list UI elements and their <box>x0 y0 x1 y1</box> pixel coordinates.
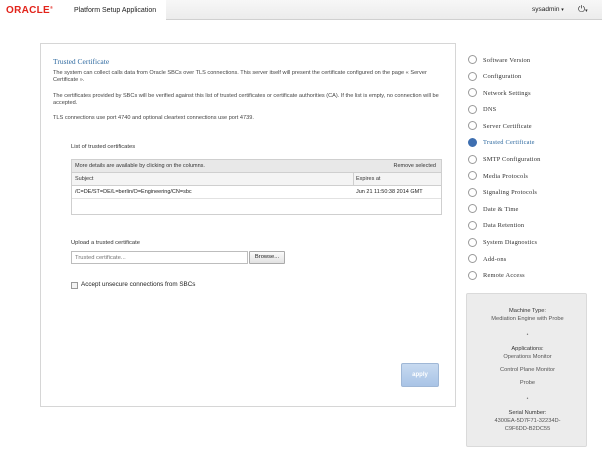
trusted-certificate-panel: Trusted Certificate The system can colle… <box>40 43 456 407</box>
nav-label: Configuration <box>483 73 522 81</box>
nav-item-configuration[interactable]: Configuration <box>468 71 598 88</box>
step-circle-icon <box>468 220 477 230</box>
machine-type-label: Machine Type: <box>509 308 546 314</box>
step-circle-icon <box>468 204 477 214</box>
certificate-file-input[interactable] <box>71 251 248 264</box>
column-expires-at[interactable]: Expires at <box>356 176 380 182</box>
nav-item-remote-access[interactable]: Remote Access <box>468 270 598 287</box>
cell-expires: Jun 21 11:50:38 2014 GMT <box>356 189 423 195</box>
nav-label: System Diagnostics <box>483 239 538 247</box>
nav-label: Software Version <box>483 56 531 64</box>
nav-label: DNS <box>483 106 497 114</box>
table-hint: More details are available by clicking o… <box>75 163 205 169</box>
ports-paragraph: TLS connections use port 4740 and option… <box>53 115 254 121</box>
browse-button[interactable]: Browse... <box>249 251 285 264</box>
intro-paragraph: The system can collect calls data from O… <box>53 70 427 83</box>
step-circle-icon <box>468 104 477 114</box>
step-circle-icon <box>468 121 477 131</box>
nav-label: Trusted Certificate <box>483 139 535 147</box>
upload-label: Upload a trusted certificate <box>71 240 140 246</box>
chevron-down-icon: ▾ <box>585 8 588 14</box>
step-circle-icon <box>468 71 477 81</box>
user-name: sysadmin <box>532 6 560 13</box>
serial-number-label: Serial Number: <box>508 410 547 416</box>
nav-item-software-version[interactable]: Software Version <box>468 54 598 71</box>
nav-label: Signaling Protocols <box>483 189 538 197</box>
nav-item-dns[interactable]: DNS <box>468 104 598 121</box>
nav-item-smtp-configuration[interactable]: SMTP Configuration <box>468 154 598 171</box>
machine-type-value: Mediation Engine with Probe <box>491 316 564 322</box>
step-circle-icon <box>468 55 477 64</box>
user-menu[interactable]: sysadmin ▾ <box>532 6 564 13</box>
apply-button[interactable]: apply <box>401 363 439 387</box>
nav-label: Data Retention <box>483 222 525 230</box>
step-circle-icon <box>468 254 477 264</box>
nav-item-trusted-certificate[interactable]: Trusted Certificate <box>468 137 598 154</box>
nav-item-media-protocols[interactable]: Media Protocols <box>468 170 598 187</box>
step-circle-active-icon <box>468 137 477 147</box>
nav-label: Server Certificate <box>483 122 532 130</box>
serial-number-value: 4300EA-5D7F71-32234D- <box>494 418 561 424</box>
table-toolbar: More details are available by clicking o… <box>72 160 441 173</box>
verification-paragraph: The certificates provided by SBCs will b… <box>53 93 439 106</box>
top-header: ORACLE® Platform Setup Application sysad… <box>0 0 602 20</box>
setup-steps-nav: Software Version Configuration Network S… <box>468 54 598 286</box>
applications-label: Applications: <box>511 346 544 352</box>
separator-dot: • <box>526 396 529 402</box>
step-circle-icon <box>468 88 477 98</box>
nav-item-signaling-protocols[interactable]: Signaling Protocols <box>468 187 598 204</box>
remove-selected-button[interactable]: Remove selected <box>394 163 437 169</box>
cell-subject: /C=DE/ST=DE/L=berlin/O=Engineering/CN=sb… <box>75 189 192 195</box>
certificates-table: More details are available by clicking o… <box>71 159 442 215</box>
nav-item-add-ons[interactable]: Add-ons <box>468 253 598 270</box>
certificate-list-label: List of trusted certificates <box>71 144 136 150</box>
separator-dot: • <box>526 332 529 338</box>
nav-item-data-retention[interactable]: Data Retention <box>468 220 598 237</box>
page-title: Trusted Certificate <box>53 57 110 66</box>
machine-info-box: Machine Type: Mediation Engine with Prob… <box>466 293 587 447</box>
application-item: Operations Monitor <box>503 354 552 360</box>
column-divider <box>353 173 354 186</box>
step-circle-icon <box>468 154 477 164</box>
nav-item-server-certificate[interactable]: Server Certificate <box>468 120 598 137</box>
serial-number-value: C9F6DD-B2DC55 <box>504 426 551 432</box>
application-item: Control Plane Monitor <box>499 367 555 373</box>
nav-label: Add-ons <box>483 255 507 263</box>
step-circle-icon <box>468 187 477 197</box>
step-circle-icon <box>468 270 477 280</box>
accept-unsecure-checkbox[interactable] <box>71 282 78 289</box>
nav-item-date-time[interactable]: Date & Time <box>468 203 598 220</box>
accept-unsecure-label: Accept unsecure connections from SBCs <box>81 281 196 288</box>
app-title: Platform Setup Application <box>74 7 157 14</box>
nav-label: Media Protocols <box>483 172 529 180</box>
oracle-logo: ORACLE® <box>6 5 54 16</box>
nav-item-network-settings[interactable]: Network Settings <box>468 87 598 104</box>
nav-label: SMTP Configuration <box>483 156 541 164</box>
application-item: Probe <box>519 380 536 386</box>
step-circle-icon <box>468 171 477 181</box>
power-menu[interactable]: ⏻▾ <box>578 4 588 15</box>
table-row[interactable]: /C=DE/ST=DE/L=berlin/O=Engineering/CN=sb… <box>72 186 441 199</box>
nav-item-system-diagnostics[interactable]: System Diagnostics <box>468 237 598 254</box>
nav-label: Date & Time <box>483 205 519 213</box>
nav-label: Network Settings <box>483 89 531 97</box>
step-circle-icon <box>468 237 477 247</box>
chevron-down-icon: ▾ <box>561 7 564 13</box>
table-header: Subject Expires at <box>72 173 441 186</box>
nav-label: Remote Access <box>483 272 525 280</box>
column-subject[interactable]: Subject <box>75 176 93 182</box>
